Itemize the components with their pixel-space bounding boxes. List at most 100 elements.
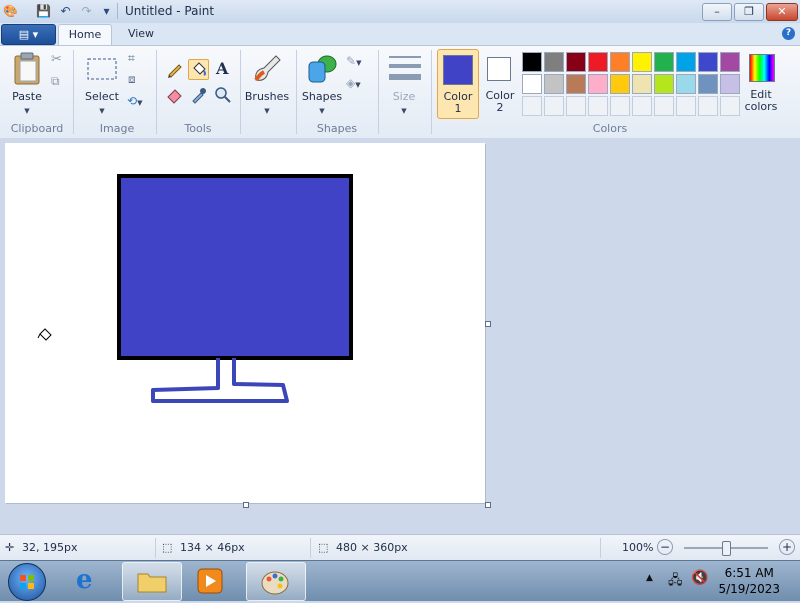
taskbar-ie[interactable]: e (62, 562, 120, 599)
zoom-slider-thumb[interactable] (722, 541, 731, 556)
custom-color-slot[interactable] (522, 96, 542, 116)
palette-swatch[interactable] (698, 74, 718, 94)
size-label: Size (392, 90, 416, 103)
paint-app-icon[interactable]: 🎨 (2, 3, 19, 19)
help-icon[interactable]: ? (782, 27, 795, 40)
color1-label-wrap: Color 1 (438, 91, 478, 115)
color1-button[interactable]: Color 1 (437, 49, 479, 119)
show-hidden-icons[interactable]: ▲ (646, 573, 653, 583)
custom-color-slot[interactable] (588, 96, 608, 116)
system-clock[interactable]: 6:51 AM 5/19/2023 (718, 565, 780, 597)
resize-icon[interactable]: ⧈ (128, 72, 136, 87)
taskbar-paint[interactable] (246, 562, 306, 601)
volume-muted-icon[interactable]: 🔇 (691, 570, 708, 586)
custom-color-slot[interactable] (566, 96, 586, 116)
outline-icon[interactable]: ✎▼ (346, 54, 361, 68)
color-picker-tool[interactable] (188, 84, 209, 105)
resize-handle-right[interactable] (485, 321, 491, 327)
ribbon-separator (296, 50, 297, 134)
shapes-icon[interactable] (305, 52, 339, 86)
palette-swatch[interactable] (632, 74, 652, 94)
edit-colors-button[interactable]: Edit colors (742, 51, 780, 119)
redo-icon[interactable]: ↷ (78, 3, 95, 19)
palette-swatch[interactable] (522, 52, 542, 72)
paste-button[interactable]: Paste ▼ (8, 90, 46, 116)
fill-bucket-icon (193, 62, 206, 76)
custom-color-slot[interactable] (698, 96, 718, 116)
palette-swatch[interactable] (654, 52, 674, 72)
eraser-tool[interactable] (164, 84, 185, 105)
custom-color-slot[interactable] (720, 96, 740, 116)
text-tool[interactable]: A (212, 59, 233, 80)
status-divider (310, 538, 311, 558)
shapes-button[interactable]: Shapes ▼ (300, 90, 344, 116)
palette-swatch[interactable] (654, 74, 674, 94)
select-button[interactable]: Select ▼ (82, 90, 122, 116)
close-button[interactable]: ✕ (766, 3, 798, 21)
palette-swatch[interactable] (676, 52, 696, 72)
select-icon[interactable] (86, 56, 118, 82)
magnifier-tool[interactable] (212, 84, 233, 105)
palette-swatch[interactable] (522, 74, 542, 94)
palette-swatch[interactable] (698, 52, 718, 72)
copy-icon[interactable]: ⧉ (51, 74, 60, 89)
drawing-svg (117, 174, 353, 403)
palette-swatch[interactable] (588, 52, 608, 72)
brushes-button[interactable]: Brushes ▼ (244, 90, 290, 116)
custom-color-slot[interactable] (676, 96, 696, 116)
zoom-out-button[interactable]: − (657, 539, 673, 555)
color1-index: 1 (454, 102, 462, 115)
palette-swatch[interactable] (632, 52, 652, 72)
shapes-group-label: Shapes (316, 122, 358, 135)
palette-swatch[interactable] (588, 74, 608, 94)
drawing-canvas[interactable] (5, 143, 485, 503)
size-icon[interactable] (388, 54, 422, 84)
color2-button[interactable]: Color 2 (481, 49, 519, 117)
rotate-icon[interactable]: ⟲▼ (127, 94, 142, 108)
tab-view[interactable]: View (116, 24, 166, 45)
taskbar-media-player[interactable] (182, 562, 240, 599)
undo-icon[interactable]: ↶ (57, 3, 74, 19)
custom-color-slot[interactable] (654, 96, 674, 116)
image-size-icon: ⬚ (318, 541, 329, 554)
brushes-label: Brushes (244, 90, 290, 103)
tab-home[interactable]: Home (58, 24, 112, 46)
cut-icon[interactable]: ✂ (51, 52, 62, 67)
palette-swatch[interactable] (720, 74, 740, 94)
paste-icon[interactable] (12, 52, 42, 86)
image-group-label: Image (99, 122, 135, 135)
eraser-icon (167, 89, 182, 104)
start-button[interactable] (8, 563, 46, 601)
palette-swatch[interactable] (544, 74, 564, 94)
zoom-in-button[interactable]: + (779, 539, 795, 555)
network-icon[interactable]: 🖧 (668, 571, 683, 593)
title-bar: 🎨 💾 ↶ ↷ ▾ Untitled - Paint – ❐ ✕ (0, 0, 800, 24)
save-icon[interactable]: 💾 (35, 3, 52, 19)
paint-menu-button[interactable]: ▤ ▾ (1, 24, 56, 45)
brushes-icon[interactable] (250, 52, 284, 86)
size-button[interactable]: Size ▼ (384, 90, 424, 116)
fill-shape-icon[interactable]: ◈▼ (346, 76, 361, 90)
palette-swatch[interactable] (566, 74, 586, 94)
fill-tool[interactable] (188, 59, 209, 80)
custom-color-slot[interactable] (610, 96, 630, 116)
selection-size-icon: ⬚ (162, 541, 173, 554)
pencil-tool[interactable] (164, 59, 185, 80)
taskbar-explorer[interactable] (122, 562, 182, 601)
crop-icon[interactable]: ⌗ (128, 51, 135, 66)
palette-swatch[interactable] (566, 52, 586, 72)
resize-handle-bottom[interactable] (243, 502, 249, 508)
palette-swatch[interactable] (544, 52, 564, 72)
select-label: Select (85, 90, 119, 103)
maximize-button[interactable]: ❐ (734, 3, 764, 21)
palette-swatch[interactable] (720, 52, 740, 72)
custom-color-slot[interactable] (544, 96, 564, 116)
paste-label: Paste (12, 90, 42, 103)
customize-quick-access-icon[interactable]: ▾ (98, 3, 115, 19)
custom-color-slot[interactable] (632, 96, 652, 116)
palette-swatch[interactable] (610, 74, 630, 94)
minimize-button[interactable]: – (702, 3, 732, 21)
palette-swatch[interactable] (676, 74, 696, 94)
palette-swatch[interactable] (610, 52, 630, 72)
resize-handle-corner[interactable] (485, 502, 491, 508)
